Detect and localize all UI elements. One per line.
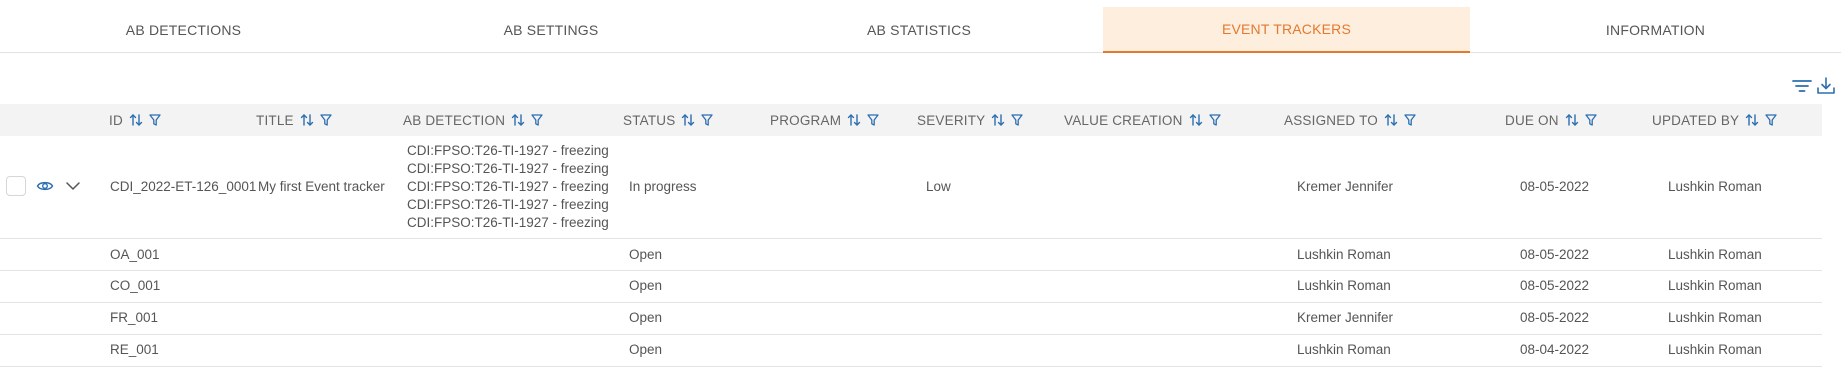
column-label: ASSIGNED TO — [1284, 112, 1378, 128]
row-id: CDI_2022-ET-126_0001 — [110, 179, 257, 194]
row-status: Open — [629, 310, 663, 325]
sort-icon[interactable] — [1745, 113, 1759, 127]
row-assigned-to: Lushkin Roman — [1297, 278, 1391, 293]
row-updated-by: Lushkin Roman — [1668, 278, 1762, 293]
column-label: DUE ON — [1505, 112, 1559, 128]
column-label: VALUE CREATION — [1064, 112, 1183, 128]
row-id: RE_001 — [110, 342, 159, 357]
row-id: CO_001 — [110, 278, 161, 293]
sort-icon[interactable] — [129, 113, 143, 127]
tab-ab-statistics[interactable]: AB STATISTICS — [735, 7, 1103, 53]
row-updated-by: Lushkin Roman — [1668, 310, 1762, 325]
eye-icon[interactable] — [36, 178, 54, 199]
ab-detection-item[interactable]: CDI:FPSO:T26-TI-1927 - freezing — [407, 178, 609, 196]
row-ab-detection-list: CDI:FPSO:T26-TI-1927 - freezing CDI:FPSO… — [407, 142, 609, 232]
sort-icon[interactable] — [511, 113, 525, 127]
sort-icon[interactable] — [991, 113, 1005, 127]
column-header-assigned-to[interactable]: ASSIGNED TO — [1284, 104, 1416, 136]
row-id: FR_001 — [110, 310, 159, 325]
column-header-due-on[interactable]: DUE ON — [1505, 104, 1597, 136]
filter-icon[interactable] — [1585, 113, 1597, 127]
tab-information[interactable]: INFORMATION — [1470, 7, 1841, 53]
column-header-program[interactable]: PROGRAM — [770, 104, 879, 136]
column-label: TITLE — [256, 112, 294, 128]
filter-lines-icon[interactable] — [1791, 75, 1813, 97]
row-status: Open — [629, 278, 663, 293]
row-id: OA_001 — [110, 247, 160, 262]
row-updated-by: Lushkin Roman — [1668, 179, 1762, 194]
column-header-updated-by[interactable]: UPDATED BY — [1652, 104, 1777, 136]
sort-icon[interactable] — [847, 113, 861, 127]
chevron-down-icon[interactable] — [65, 179, 81, 198]
sort-icon[interactable] — [1189, 113, 1203, 127]
filter-icon[interactable] — [1404, 113, 1416, 127]
row-title: My first Event tracker — [258, 179, 385, 194]
filter-icon[interactable] — [1011, 113, 1024, 127]
column-label: SEVERITY — [917, 112, 986, 128]
table-header: ID TITLE AB DETECTION STATUS PROGRAM SEV… — [0, 104, 1822, 136]
row-assigned-to: Lushkin Roman — [1297, 247, 1391, 262]
row-due-on: 08-05-2022 — [1520, 247, 1590, 262]
sort-icon[interactable] — [300, 113, 314, 127]
tab-event-trackers[interactable]: EVENT TRACKERS — [1103, 7, 1470, 53]
sort-icon[interactable] — [1384, 113, 1398, 127]
column-label: AB DETECTION — [403, 112, 506, 128]
ab-detection-item[interactable]: CDI:FPSO:T26-TI-1927 - freezing — [407, 142, 609, 160]
row-due-on: 08-05-2022 — [1520, 310, 1590, 325]
row-assigned-to: Kremer Jennifer — [1297, 179, 1394, 194]
filter-icon[interactable] — [1208, 113, 1221, 127]
column-header-severity[interactable]: SEVERITY — [917, 104, 1024, 136]
column-label: STATUS — [623, 112, 676, 128]
column-header-id[interactable]: ID — [109, 104, 161, 136]
tab-ab-detections[interactable]: AB DETECTIONS — [0, 7, 367, 53]
column-header-value-creation[interactable]: VALUE CREATION — [1064, 104, 1221, 136]
column-label: PROGRAM — [770, 112, 842, 128]
row-status: Open — [629, 342, 663, 357]
row-updated-by: Lushkin Roman — [1668, 247, 1762, 262]
row-updated-by: Lushkin Roman — [1668, 342, 1762, 357]
tab-ab-settings[interactable]: AB SETTINGS — [367, 7, 735, 53]
column-label: ID — [109, 112, 123, 128]
filter-icon[interactable] — [320, 113, 332, 127]
row-due-on: 08-05-2022 — [1520, 278, 1590, 293]
ab-detection-item[interactable]: CDI:FPSO:T26-TI-1927 - freezing — [407, 196, 609, 214]
download-icon[interactable] — [1815, 75, 1837, 97]
sort-icon[interactable] — [1565, 113, 1579, 127]
column-header-status[interactable]: STATUS — [623, 104, 714, 136]
tab-bar: AB DETECTIONS AB SETTINGS AB STATISTICS … — [0, 0, 1841, 53]
filter-icon[interactable] — [531, 113, 543, 127]
row-assigned-to: Kremer Jennifer — [1297, 310, 1394, 325]
row-checkbox[interactable] — [6, 176, 26, 196]
filter-icon[interactable] — [149, 113, 161, 127]
ab-detection-item[interactable]: CDI:FPSO:T26-TI-1927 - freezing — [407, 214, 609, 232]
filter-icon[interactable] — [867, 113, 879, 127]
row-due-on: 08-05-2022 — [1520, 179, 1590, 194]
sort-icon[interactable] — [681, 113, 695, 127]
column-label: UPDATED BY — [1652, 112, 1740, 128]
row-severity: Low — [926, 179, 951, 194]
filter-icon[interactable] — [701, 113, 714, 127]
ab-detection-item[interactable]: CDI:FPSO:T26-TI-1927 - freezing — [407, 160, 609, 178]
row-assigned-to: Lushkin Roman — [1297, 342, 1391, 357]
filter-icon[interactable] — [1765, 113, 1777, 127]
column-header-title[interactable]: TITLE — [256, 104, 332, 136]
row-due-on: 08-04-2022 — [1520, 342, 1590, 357]
row-status: Open — [629, 247, 663, 262]
column-header-ab-detection[interactable]: AB DETECTION — [403, 104, 543, 136]
row-status: In progress — [629, 179, 697, 194]
